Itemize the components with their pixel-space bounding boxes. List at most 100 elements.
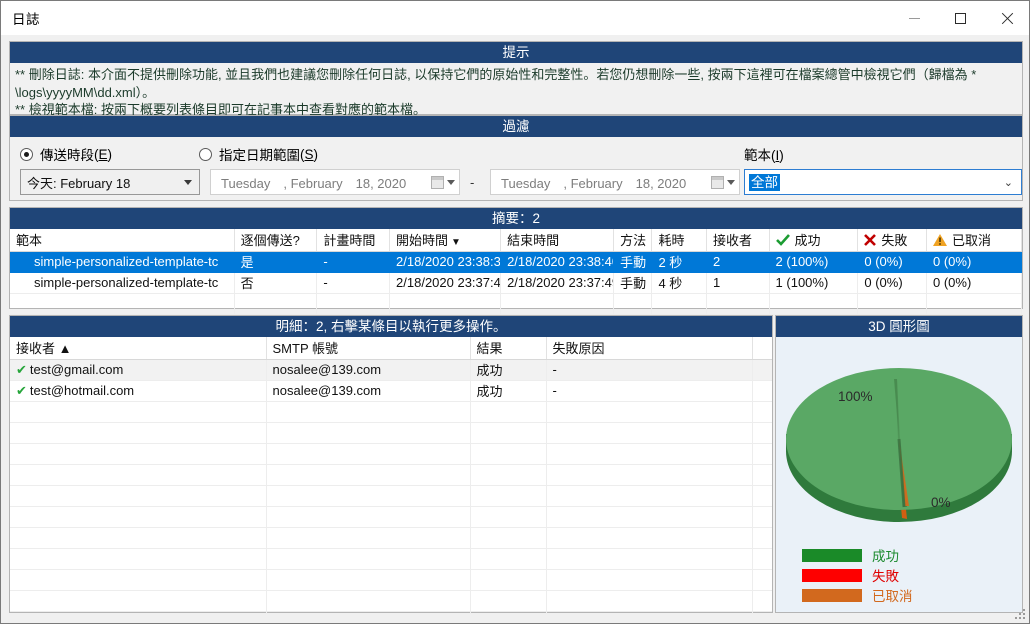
resize-grip[interactable]	[1015, 609, 1027, 621]
calendar-icon	[711, 175, 724, 189]
legend-label-success: 成功	[872, 549, 899, 564]
cell-filler	[752, 380, 772, 402]
col-failed[interactable]: 失敗	[857, 229, 928, 252]
title-bar: 日誌	[1, 1, 1029, 35]
cell-recipients: 1	[706, 272, 770, 294]
radio-period-accel: E	[98, 146, 108, 162]
table-row-empty	[10, 464, 772, 486]
cell-scheduled: -	[316, 272, 391, 294]
tips-panel: 提示 ** 刪除日誌: 本介面不提供刪除功能, 並且我們也建議您刪除任何日誌, …	[9, 41, 1023, 117]
pie-slice-label-zero: 0%	[931, 495, 951, 510]
period-select[interactable]: 今天: February 18	[20, 169, 200, 195]
col-failure-reason[interactable]: 失敗原因	[546, 337, 753, 360]
col-elapsed[interactable]: 耗時	[651, 229, 707, 252]
col-recipient[interactable]: 接收者 ▲	[10, 337, 267, 360]
cell-one-by-one: 是	[234, 251, 318, 273]
log-window: 日誌 提示 ** 刪除日誌: 本介面不提供刪除功能, 並且我們也建議您刪除任何日…	[0, 0, 1030, 624]
start-date-picker-button[interactable]	[431, 175, 455, 189]
summary-header-row: 範本 逐個傳送? 計畫時間 開始時間 ▼ 結束時間 方法 耗時 接收者 成功 失敗	[10, 229, 1022, 252]
list-item[interactable]: ✔ test@hotmail.com nosalee@139.com 成功 -	[10, 380, 772, 402]
col-smtp-account[interactable]: SMTP 帳號	[266, 337, 471, 360]
cell-success: 2 (100%)	[769, 251, 859, 273]
minimize-button[interactable]	[891, 1, 937, 35]
cell-failed: 0 (0%)	[857, 272, 928, 294]
template-select-value: 全部	[749, 173, 780, 191]
summary-table: 範本 逐個傳送? 計畫時間 開始時間 ▼ 結束時間 方法 耗時 接收者 成功 失敗	[10, 229, 1022, 315]
cell-success: 1 (100%)	[769, 272, 859, 294]
cell-reason: -	[546, 380, 753, 402]
pie-chart-legend: 成功 失敗 已取消	[802, 546, 913, 606]
radio-send-period[interactable]: 傳送時段(E)	[20, 144, 112, 164]
table-row-empty	[10, 590, 772, 612]
template-accel: I	[775, 148, 780, 163]
period-select-value: 今天: February 18	[27, 175, 131, 191]
start-date-value: Tuesday , February 18, 2020	[221, 175, 407, 191]
cell-method: 手動	[613, 272, 653, 294]
cell-recipient: ✔ test@gmail.com	[10, 359, 267, 381]
filter-options-row: 傳送時段(E) 指定日期範圍(S) 範本(I)	[10, 137, 1022, 167]
maximize-button[interactable]	[937, 1, 983, 35]
table-row[interactable]: simple-personalized-template-tc 是 - 2/18…	[10, 251, 1022, 273]
table-row-empty	[10, 611, 772, 614]
col-scheduled-time[interactable]: 計畫時間	[316, 229, 391, 252]
cell-filler	[752, 359, 772, 381]
radio-range-label: 指定日期範圍	[219, 148, 300, 163]
cell-cancelled: 0 (0%)	[926, 251, 1022, 273]
col-success[interactable]: 成功	[769, 229, 859, 252]
minimize-icon	[908, 17, 920, 19]
col-method[interactable]: 方法	[613, 229, 653, 252]
table-row-empty	[10, 527, 772, 549]
close-button[interactable]	[983, 1, 1029, 35]
col-template[interactable]: 範本	[10, 229, 235, 252]
filter-panel: 過濾 傳送時段(E) 指定日期範圍(S) 範本(I) 今天: February …	[9, 115, 1023, 201]
table-row-empty	[10, 443, 772, 465]
template-select[interactable]: 全部 ⌄	[744, 169, 1022, 195]
cell-start: 2/18/2020 23:38:38	[389, 251, 502, 273]
col-start-time[interactable]: 開始時間 ▼	[389, 229, 502, 252]
tips-header: 提示	[10, 42, 1022, 63]
end-date-picker-button[interactable]	[711, 175, 735, 189]
table-row[interactable]: simple-personalized-template-tc 否 - 2/18…	[10, 272, 1022, 294]
cell-start: 2/18/2020 23:37:45	[389, 272, 502, 294]
legend-swatch-cancelled	[802, 588, 862, 602]
tips-line-1: ** 刪除日誌: 本介面不提供刪除功能, 並且我們也建議您刪除任何日誌, 以保持…	[15, 67, 977, 82]
cell-result: 成功	[470, 380, 547, 402]
summary-header: 摘要：2	[10, 208, 1022, 229]
chevron-down-icon	[447, 179, 455, 185]
detail-panel: 明細：2, 右擊某條目以執行更多操作。 接收者 ▲ SMTP 帳號 結果 失敗原…	[9, 315, 773, 614]
cell-elapsed: 4 秒	[651, 272, 707, 294]
pie-chart-svg	[786, 368, 1012, 522]
detail-body: ✔ test@gmail.com nosalee@139.com 成功 - ✔ te…	[10, 359, 772, 614]
cell-reason: -	[546, 359, 753, 381]
radio-date-range[interactable]: 指定日期範圍(S)	[199, 144, 318, 164]
template-label-text: 範本	[744, 148, 771, 163]
legend-item-failure: 失敗	[802, 566, 913, 584]
table-row-empty	[10, 293, 1022, 315]
legend-label-failure: 失敗	[872, 569, 899, 584]
date-range-separator: -	[470, 175, 475, 190]
col-one-by-one[interactable]: 逐個傳送?	[234, 229, 318, 252]
cell-template: simple-personalized-template-tc	[10, 272, 235, 294]
detail-header: 明細：2, 右擊某條目以執行更多操作。	[10, 316, 772, 337]
detail-header-row: 接收者 ▲ SMTP 帳號 結果 失敗原因	[10, 337, 772, 360]
radio-period-label: 傳送時段	[40, 148, 94, 163]
summary-body: simple-personalized-template-tc 是 - 2/18…	[10, 251, 1022, 315]
list-item[interactable]: ✔ test@gmail.com nosalee@139.com 成功 -	[10, 359, 772, 381]
col-end-time[interactable]: 結束時間	[500, 229, 615, 252]
start-date-input[interactable]: Tuesday , February 18, 2020	[210, 169, 460, 195]
cell-scheduled: -	[316, 251, 391, 273]
cell-template: simple-personalized-template-tc	[10, 251, 235, 273]
legend-swatch-failure	[802, 568, 862, 582]
col-result[interactable]: 結果	[470, 337, 547, 360]
tips-body[interactable]: ** 刪除日誌: 本介面不提供刪除功能, 並且我們也建議您刪除任何日誌, 以保持…	[10, 63, 1022, 119]
col-recipients[interactable]: 接收者	[706, 229, 770, 252]
end-date-input[interactable]: Tuesday , February 18, 2020	[490, 169, 740, 195]
cell-end: 2/18/2020 23:37:49	[500, 272, 615, 294]
cell-result: 成功	[470, 359, 547, 381]
col-cancelled[interactable]: 已取消	[926, 229, 1022, 252]
detail-scroll-region: 接收者 ▲ SMTP 帳號 結果 失敗原因 ✔ test@gmail.com no…	[10, 337, 772, 614]
radio-period-indicator	[20, 147, 33, 161]
legend-label-cancelled: 已取消	[872, 589, 913, 604]
cell-end: 2/18/2020 23:38:40	[500, 251, 615, 273]
cell-one-by-one: 否	[234, 272, 318, 294]
